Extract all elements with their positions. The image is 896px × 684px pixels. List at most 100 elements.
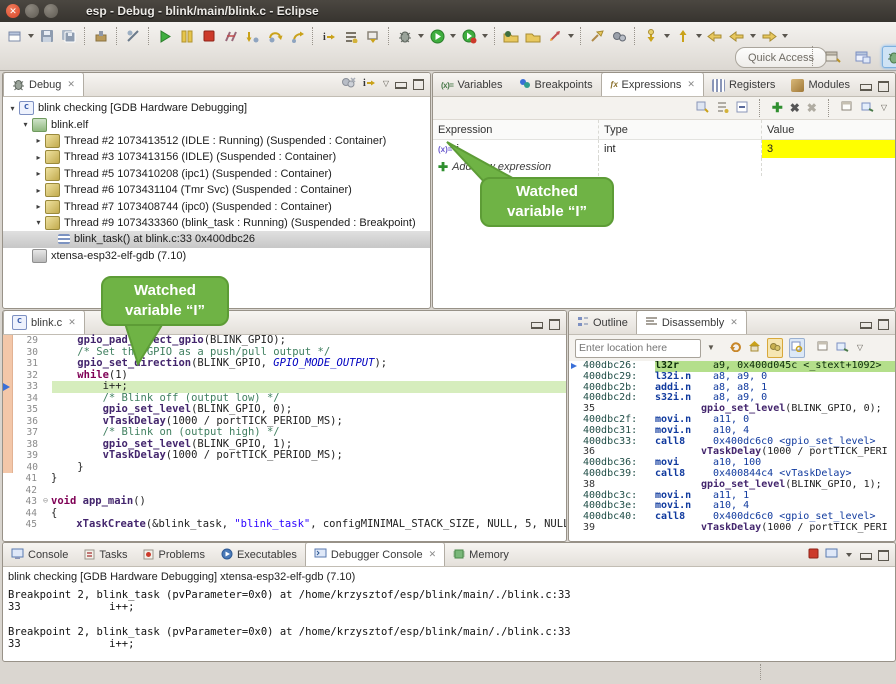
tab-blink-c[interactable]: c blink.c ✕ — [3, 310, 85, 334]
clean-icon[interactable] — [587, 26, 607, 46]
tree-expander-icon[interactable]: ▸ — [33, 136, 44, 145]
back-icon[interactable] — [705, 26, 725, 46]
view-menu-icon[interactable]: ▽ — [383, 80, 389, 88]
terminate-icon[interactable] — [199, 26, 219, 46]
collapse-all-icon[interactable] — [736, 101, 748, 116]
show-type-names-icon[interactable] — [696, 101, 709, 116]
code-editor[interactable]: 29 gpio_pad_select_gpio(BLINK_GPIO);30 /… — [3, 335, 566, 541]
tab-debugger-console[interactable]: Debugger Console ✕ — [305, 542, 445, 566]
tab-memory[interactable]: Memory — [445, 544, 517, 566]
remove-all-terminated-icon[interactable] — [341, 76, 356, 92]
maximize-view-icon[interactable] — [878, 81, 889, 92]
add-expression-icon[interactable]: ✚ — [772, 100, 783, 116]
minimize-view-icon[interactable] — [860, 322, 872, 329]
terminate-console-icon[interactable] — [808, 548, 819, 562]
code-line[interactable]: 40 } — [3, 462, 566, 474]
column-value[interactable]: Value — [762, 120, 895, 139]
coverage-dropdown[interactable] — [482, 34, 488, 38]
close-tab-icon[interactable]: ✕ — [67, 79, 75, 90]
minimize-view-icon[interactable] — [860, 84, 872, 91]
last-edit-location-icon[interactable] — [641, 26, 661, 46]
remove-all-expressions-icon[interactable]: ✖ — [807, 101, 817, 115]
debug-tree-row[interactable]: ▸Thread #6 1073431104 (Tmr Svc) (Suspend… — [3, 182, 430, 198]
sync-with-debug-icon[interactable] — [767, 338, 783, 358]
refresh-view-icon[interactable] — [729, 339, 742, 357]
tab-debug[interactable]: Debug ✕ — [3, 72, 84, 96]
maximize-view-icon[interactable] — [413, 79, 424, 90]
run-icon[interactable] — [427, 26, 447, 46]
minimize-view-icon[interactable] — [531, 322, 543, 329]
step-return-icon[interactable] — [287, 26, 307, 46]
column-expression[interactable]: Expression — [433, 120, 599, 139]
code-line[interactable]: 29 gpio_pad_select_gpio(BLINK_GPIO); — [3, 335, 566, 347]
location-input[interactable] — [575, 339, 701, 358]
debug-config-icon[interactable] — [395, 26, 415, 46]
save-all-icon[interactable] — [59, 26, 79, 46]
debug-perspective-icon[interactable] — [882, 46, 896, 68]
tab-breakpoints[interactable]: Breakpoints — [511, 74, 601, 96]
resume-icon[interactable] — [155, 26, 175, 46]
tab-outline[interactable]: Outline — [569, 312, 636, 334]
home-icon[interactable] — [748, 339, 761, 357]
show-source-icon[interactable] — [789, 338, 805, 358]
code-line[interactable]: 35 gpio_set_level(BLINK_GPIO, 0); — [3, 404, 566, 416]
back-history-icon[interactable] — [727, 26, 747, 46]
debug-config-dropdown[interactable] — [418, 34, 424, 38]
code-line[interactable]: 39 vTaskDelay(1000 / portTICK_PERIOD_MS)… — [3, 450, 566, 462]
display-selected-console-icon[interactable] — [825, 548, 838, 562]
close-window-button[interactable]: ✕ — [6, 4, 20, 18]
tab-modules[interactable]: Modules — [783, 74, 858, 96]
disassembly-row[interactable]: 38gpio_set_level(BLINK_GPIO, 1); — [569, 480, 895, 491]
tab-console[interactable]: Console — [3, 544, 76, 566]
open-folder-icon[interactable] — [523, 26, 543, 46]
last-edit-dropdown[interactable] — [664, 34, 670, 38]
code-line[interactable]: 45 xTaskCreate(&blink_task, "blink_task"… — [3, 519, 566, 531]
console-dropdown[interactable] — [846, 553, 852, 557]
open-perspective-icon[interactable] — [822, 47, 844, 67]
debug-tree-row[interactable]: ▸Thread #7 1073408744 (ipc0) (Suspended … — [3, 198, 430, 214]
view-menu-icon[interactable]: ▽ — [857, 344, 863, 352]
tab-problems[interactable]: Problems — [135, 544, 212, 566]
save-icon[interactable] — [37, 26, 57, 46]
tree-expander-icon[interactable]: ▸ — [33, 202, 44, 211]
column-type[interactable]: Type — [599, 120, 762, 139]
code-line[interactable]: 43⊖void app_main() — [3, 496, 566, 508]
new-wizard-icon[interactable] — [5, 26, 25, 46]
code-line[interactable]: 41} — [3, 473, 566, 485]
tab-tasks[interactable]: Tasks — [76, 544, 135, 566]
quick-access-button[interactable]: Quick Access — [735, 47, 827, 68]
run-dropdown[interactable] — [450, 34, 456, 38]
coverage-icon[interactable] — [459, 26, 479, 46]
tab-variables[interactable]: (x)= Variables — [433, 74, 511, 96]
skip-all-breakpoints-icon[interactable] — [123, 26, 143, 46]
close-tab-icon[interactable]: ✕ — [730, 317, 738, 328]
location-dropdown-icon[interactable]: ▼ — [707, 344, 715, 352]
instruction-stepping-icon[interactable]: i — [319, 26, 339, 46]
close-tab-icon[interactable]: ✕ — [429, 549, 437, 560]
add-expression-row[interactable]: ✚Add new expression — [433, 158, 895, 176]
drop-to-frame-icon[interactable] — [363, 26, 383, 46]
disassembly-listing[interactable]: 400dbc26:l32ra9, 0x400d045c <_stext+1092… — [569, 361, 895, 541]
next-annotation-icon[interactable] — [673, 26, 693, 46]
remove-expression-icon[interactable]: ✖ — [790, 101, 800, 115]
minimize-view-icon[interactable] — [395, 82, 407, 89]
code-line[interactable]: 31 gpio_set_direction(BLINK_GPIO, GPIO_M… — [3, 358, 566, 370]
debug-tree-row[interactable]: ▾Thread #9 1073433360 (blink_task : Runn… — [3, 215, 430, 231]
build-icon[interactable] — [91, 26, 111, 46]
close-tab-icon[interactable]: ✕ — [687, 79, 695, 90]
tree-expander-icon[interactable]: ▾ — [33, 218, 44, 227]
code-line[interactable]: 33 i++; — [3, 381, 566, 393]
minimize-view-icon[interactable] — [860, 553, 872, 560]
disassembly-row[interactable]: 400dbc29:l32i.na8, a9, 0 — [569, 372, 895, 383]
close-tab-icon[interactable]: ✕ — [68, 317, 76, 328]
step-into-icon[interactable] — [243, 26, 263, 46]
new-disassembly-view-icon[interactable] — [817, 339, 830, 357]
disassembly-row[interactable]: 400dbc31:movi.na10, 4 — [569, 426, 895, 437]
debug-tree-row[interactable]: ▸Thread #2 1073413512 (IDLE : Running) (… — [3, 133, 430, 149]
tree-expander-icon[interactable]: ▸ — [33, 153, 44, 162]
new-view-icon[interactable] — [841, 101, 854, 115]
fold-marker-icon[interactable]: ⊖ — [40, 496, 51, 508]
tree-expander-icon[interactable]: ▾ — [20, 120, 31, 129]
tab-disassembly[interactable]: Disassembly ✕ — [636, 310, 747, 334]
debug-tree-row[interactable]: ▾cblink checking [GDB Hardware Debugging… — [3, 100, 430, 116]
